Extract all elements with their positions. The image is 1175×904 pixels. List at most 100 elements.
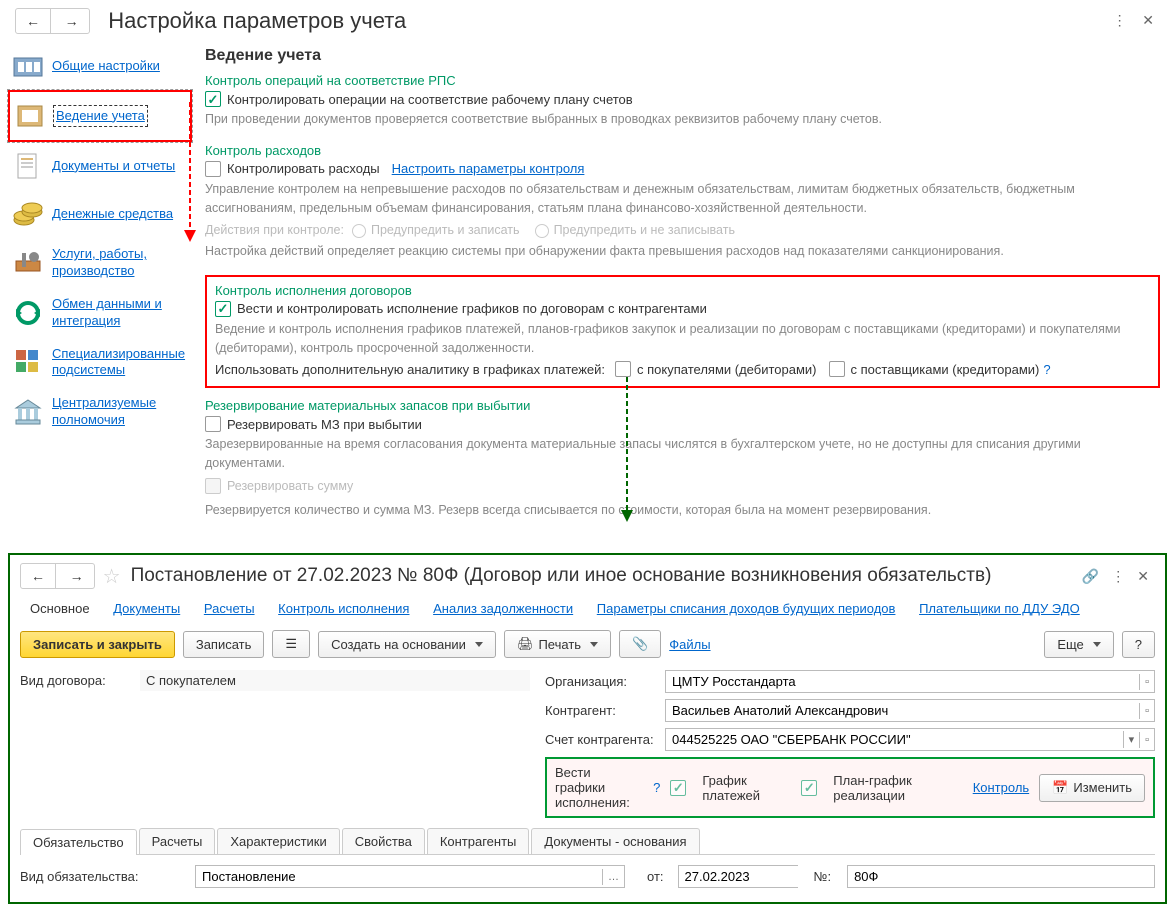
- save-close-button[interactable]: Записать и закрыть: [20, 631, 175, 658]
- files-link[interactable]: Файлы: [669, 637, 710, 652]
- doc-title: Постановление от 27.02.2023 № 80Ф (Догов…: [131, 565, 1076, 587]
- ctr-label: Контрагент:: [545, 703, 655, 718]
- org-input[interactable]: ▫: [665, 670, 1155, 693]
- print-button[interactable]: 🖨 Печать: [504, 630, 611, 658]
- tab-payers[interactable]: Плательщики по ДДУ ЭДО: [909, 597, 1090, 620]
- subtab-char[interactable]: Характеристики: [217, 828, 339, 854]
- num-label: №:: [814, 869, 832, 884]
- checkbox-realization[interactable]: [801, 780, 817, 796]
- back-button[interactable]: ←: [21, 564, 56, 588]
- open-icon[interactable]: ▫: [1139, 703, 1154, 719]
- checkbox-payments[interactable]: [670, 780, 686, 796]
- subtab-ctr[interactable]: Контрагенты: [427, 828, 530, 854]
- tab-writeoff[interactable]: Параметры списания доходов будущих перио…: [587, 597, 906, 620]
- open-icon[interactable]: ▫: [1139, 732, 1154, 748]
- link-params[interactable]: Настроить параметры контроля: [392, 161, 585, 176]
- section-reserve: Резервирование материальных запасов при …: [205, 398, 1160, 519]
- select-icon[interactable]: …: [602, 869, 624, 885]
- list-button[interactable]: ☰: [272, 630, 310, 658]
- radio-warn-nosave: [535, 224, 549, 238]
- help-icon[interactable]: ?: [653, 780, 660, 795]
- subtab-basis[interactable]: Документы - основания: [531, 828, 699, 854]
- oblig-type-field[interactable]: [196, 866, 602, 887]
- sidebar-item-money[interactable]: Денежные средства: [8, 190, 192, 238]
- acc-field[interactable]: [666, 729, 1123, 750]
- sidebar-item-central[interactable]: Централизуемые полномочия: [8, 387, 192, 437]
- open-icon[interactable]: ▫: [1139, 674, 1154, 690]
- page-title: Настройка параметров учета: [108, 8, 406, 34]
- sidebar-item-subsystems[interactable]: Специализированные подсистемы: [8, 338, 192, 388]
- help-button[interactable]: ?: [1122, 631, 1155, 658]
- checkbox-label: Резервировать сумму: [227, 477, 353, 496]
- close-icon[interactable]: ✕: [1131, 568, 1155, 585]
- sidebar-item-docs[interactable]: Документы и отчеты: [8, 142, 192, 190]
- section-head: Контроль операций на соответствие РПС: [205, 73, 1160, 88]
- content-title: Ведение учета: [205, 47, 1160, 65]
- oblig-type-input[interactable]: …: [195, 865, 625, 888]
- acc-input[interactable]: ▾ ▫: [665, 728, 1155, 751]
- tab-control[interactable]: Контроль исполнения: [268, 597, 419, 620]
- checkbox-label: Резервировать МЗ при выбытии: [227, 417, 422, 432]
- section-desc: Настройка действий определяет реакцию си…: [205, 242, 1160, 261]
- subtab-calc[interactable]: Расчеты: [139, 828, 216, 854]
- ledger-icon: [14, 100, 46, 132]
- favorite-icon[interactable]: ☆: [103, 564, 121, 589]
- checkbox-expenses[interactable]: [205, 161, 221, 177]
- sidebar-item-accounting[interactable]: Ведение учета: [8, 90, 192, 142]
- edit-button[interactable]: 📅 Изменить: [1039, 774, 1145, 802]
- tab-calc[interactable]: Расчеты: [194, 597, 265, 620]
- sidebar-item-general[interactable]: Общие настройки: [8, 42, 192, 90]
- ctr-field[interactable]: [666, 700, 1139, 721]
- create-button[interactable]: Создать на основании: [318, 631, 496, 658]
- checkbox-reserve[interactable]: [205, 416, 221, 432]
- section-desc: При проведении документов проверяется со…: [205, 110, 1160, 129]
- subtab-prop[interactable]: Свойства: [342, 828, 425, 854]
- radio-label: Предупредить и записать: [371, 221, 520, 240]
- section-desc: Резервируется количество и сумма МЗ. Рез…: [205, 501, 1160, 520]
- attach-button[interactable]: 📎: [619, 630, 661, 658]
- menu-icon[interactable]: ⋮: [1107, 12, 1133, 29]
- acc-label: Счет контрагента:: [545, 732, 655, 747]
- date-input[interactable]: 📅: [678, 865, 798, 888]
- document-panel: ← → ☆ Постановление от 27.02.2023 № 80Ф …: [8, 553, 1167, 904]
- section-head: Контроль расходов: [205, 143, 1160, 158]
- help-icon[interactable]: ?: [1043, 362, 1050, 377]
- forward-button[interactable]: →: [60, 564, 94, 588]
- org-field[interactable]: [666, 671, 1139, 692]
- menu-icon[interactable]: ⋮: [1105, 568, 1131, 585]
- sidebar-item-label: Специализированные подсистемы: [52, 346, 188, 380]
- sub-tabs: Обязательство Расчеты Характеристики Сво…: [20, 828, 1155, 855]
- date-field[interactable]: [679, 866, 867, 887]
- back-button[interactable]: ←: [16, 9, 51, 33]
- dropdown-icon[interactable]: ▾: [1123, 731, 1140, 748]
- subtab-obligation[interactable]: Обязательство: [20, 829, 137, 855]
- section-desc: Ведение и контроль исполнения графиков п…: [215, 320, 1150, 358]
- sidebar-item-label: Услуги, работы, производство: [52, 246, 188, 280]
- checkbox-reserve-sum: [205, 478, 221, 494]
- section-contracts: Контроль исполнения договоров Вести и ко…: [205, 275, 1160, 389]
- close-icon[interactable]: ✕: [1136, 12, 1160, 29]
- sidebar-item-label: Денежные средства: [52, 206, 173, 223]
- ctr-input[interactable]: ▫: [665, 699, 1155, 722]
- num-field[interactable]: [848, 866, 1154, 887]
- forward-button[interactable]: →: [55, 9, 89, 33]
- link-icon[interactable]: 🔗: [1076, 568, 1105, 585]
- checkbox-debtors[interactable]: [615, 361, 631, 377]
- tab-main[interactable]: Основное: [20, 597, 100, 620]
- more-button[interactable]: Еще: [1044, 631, 1113, 658]
- checkbox-creditors[interactable]: [829, 361, 845, 377]
- section-rps: Контроль операций на соответствие РПС Ко…: [205, 73, 1160, 129]
- tab-docs[interactable]: Документы: [103, 597, 190, 620]
- checkbox-label: Вести и контролировать исполнение график…: [237, 301, 707, 316]
- num-input[interactable]: [847, 865, 1155, 888]
- settings-icon: [12, 50, 44, 82]
- control-link[interactable]: Контроль: [973, 780, 1029, 795]
- sidebar-item-exchange[interactable]: Обмен данными и интеграция: [8, 288, 192, 338]
- oblig-type-label: Вид обязательства:: [20, 869, 185, 884]
- content-area: Ведение учета Контроль операций на соотв…: [200, 42, 1175, 543]
- checkbox-contracts[interactable]: [215, 301, 231, 317]
- tab-debt[interactable]: Анализ задолженности: [423, 597, 583, 620]
- sidebar-item-services[interactable]: Услуги, работы, производство: [8, 238, 192, 288]
- save-button[interactable]: Записать: [183, 631, 265, 658]
- checkbox-rps[interactable]: [205, 91, 221, 107]
